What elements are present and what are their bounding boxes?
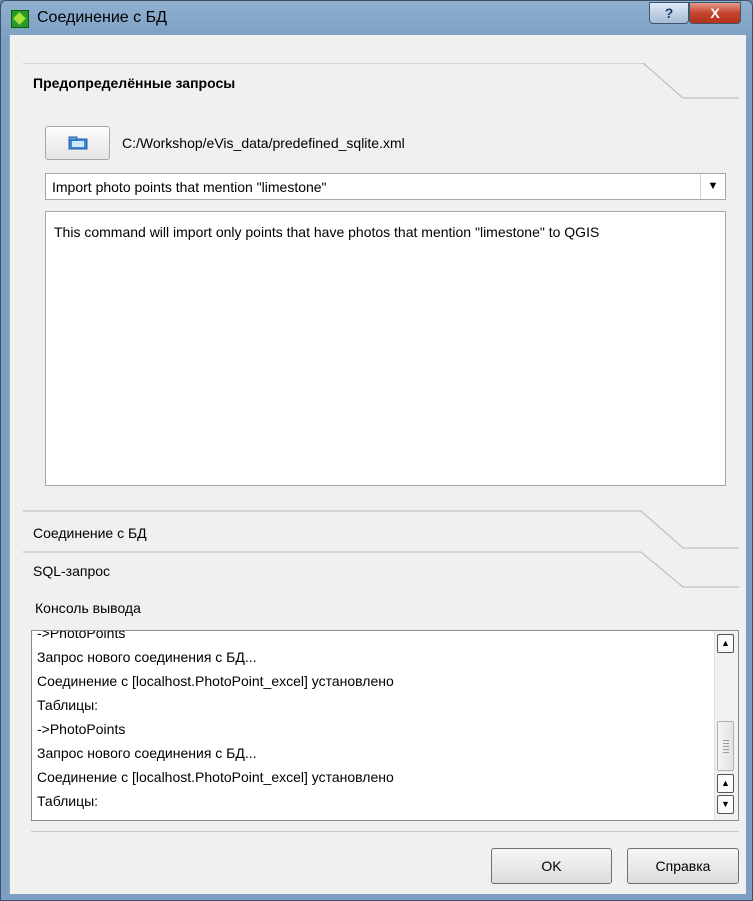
ok-button[interactable]: OK [491, 848, 612, 884]
window-title: Соединение с БД [37, 9, 167, 26]
console-line: ->PhotoPoints [37, 813, 713, 820]
console-line: Запрос нового соединения с БД... [37, 745, 257, 761]
footer-divider [31, 831, 739, 832]
chevron-down-icon[interactable]: ▼ [700, 174, 725, 199]
query-description-text: This command will import only points tha… [54, 224, 600, 240]
app-icon [11, 10, 29, 28]
console-line: Запрос нового соединения с БД... [37, 649, 257, 665]
query-select-value: Import photo points that mention "limest… [52, 179, 327, 195]
scrollbar-thumb[interactable] [717, 721, 734, 771]
titlebar-help-button[interactable]: ? [649, 2, 689, 24]
console-lines: ->PhotoPoints Запрос нового соединения с… [37, 630, 713, 820]
arrow-up-icon[interactable]: ▲ [717, 774, 734, 793]
predefined-queries-header[interactable]: Предопределённые запросы [23, 63, 739, 99]
console-line: ->PhotoPoints [37, 630, 126, 641]
open-file-button[interactable] [45, 126, 110, 160]
console-line: Соединение с [localhost.PhotoPoint_excel… [37, 769, 394, 785]
help-button[interactable]: Справка [627, 848, 739, 884]
console-line: Таблицы: [37, 697, 99, 713]
arrow-down-icon[interactable]: ▼ [717, 795, 734, 814]
section-sql-query[interactable]: SQL-запрос [23, 551, 739, 591]
console-line: Соединение с [localhost.PhotoPoint_excel… [37, 673, 394, 689]
query-description: This command will import only points tha… [45, 211, 726, 486]
section-tab-shape [23, 510, 739, 549]
query-select[interactable]: Import photo points that mention "limest… [45, 173, 726, 200]
console-line: ->PhotoPoints [37, 721, 126, 737]
section-tab-shape [23, 551, 739, 588]
titlebar-close-button[interactable]: X [689, 2, 741, 24]
folder-open-icon [68, 136, 88, 150]
title-bar[interactable]: Соединение с БД ? X [1, 1, 752, 35]
console-label: Консоль вывода [35, 600, 141, 616]
section-tab-shape [23, 63, 739, 99]
dialog-window: Соединение с БД ? X Предопределённые зап… [0, 0, 753, 901]
output-console[interactable]: ->PhotoPoints Запрос нового соединения с… [31, 630, 739, 821]
console-scrollbar[interactable]: ▲ ▲ ▼ [714, 631, 738, 820]
console-line: Таблицы: [37, 793, 99, 809]
grip-icon [723, 740, 729, 754]
arrow-up-icon[interactable]: ▲ [717, 634, 734, 653]
file-path: C:/Workshop/eVis_data/predefined_sqlite.… [122, 135, 405, 151]
section-db-connection[interactable]: Соединение с БД [23, 510, 739, 550]
